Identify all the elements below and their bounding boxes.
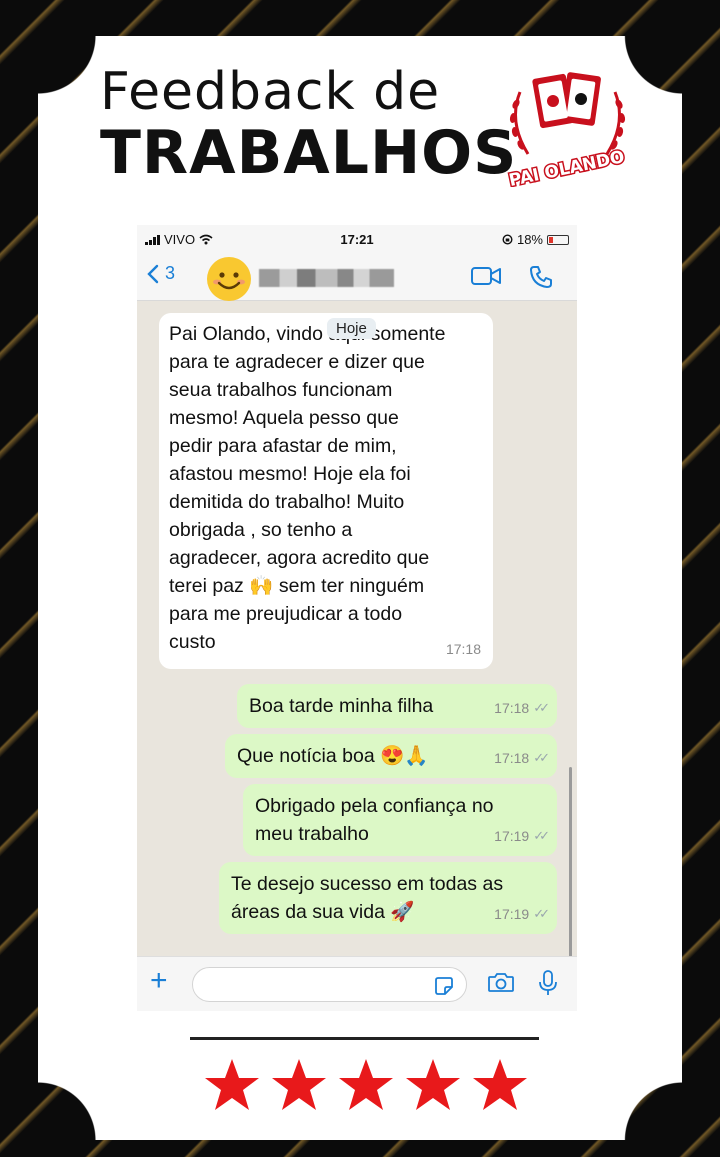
chevron-left-icon [147,264,159,283]
camera-icon[interactable] [487,971,515,993]
unread-count: 3 [165,263,176,283]
read-ticks-icon: ✓✓ [533,700,550,715]
message-time: 17:19 [494,828,530,844]
add-attachment-button[interactable]: + [150,966,168,996]
title-line-1: Feedback de [100,62,441,122]
contact-name-redacted[interactable] [259,269,394,287]
phone-screenshot: VIVO 17:21 18% 3 Pai Olando, vindo aqui … [137,225,577,1011]
phone-call-icon[interactable] [528,265,554,289]
message-input[interactable] [192,967,467,1002]
read-ticks-icon: ✓✓ [533,828,550,843]
message-outgoing: Que notícia boa 😍🙏 17:18 ✓✓ [225,734,557,778]
read-ticks-icon: ✓✓ [533,750,550,765]
star-icon [473,1059,527,1110]
microphone-icon[interactable] [538,969,558,997]
message-outgoing: Te desejo sucesso em todas as áreas da s… [219,862,557,934]
star-icon [272,1059,326,1110]
battery-icon [547,234,569,245]
star-rating [203,1057,529,1113]
message-outgoing: Obrigado pela confiança no meu trabalho … [243,784,557,856]
sticker-icon[interactable] [434,976,454,996]
scrollbar[interactable] [569,767,572,957]
chat-header: 3 [137,253,577,301]
back-button[interactable]: 3 [147,263,175,284]
message-input-bar: + [137,956,577,1011]
message-outgoing: Boa tarde minha filha 17:18 ✓✓ [237,684,557,728]
message-time: 17:18 [494,700,530,716]
svg-text:PAI OLANDO: PAI OLANDO [507,147,626,187]
title-line-2: TRABALHOS [100,118,518,188]
contact-avatar[interactable] [205,255,253,303]
star-icon [205,1059,259,1110]
message-time: 17:19 [494,906,530,922]
message-incoming: Pai Olando, vindo aqui somente para te a… [159,313,493,669]
pai-olando-logo: PAI OLANDO [506,72,628,187]
star-icon [406,1059,460,1110]
lock-rotation-icon [502,234,513,245]
chat-area: Pai Olando, vindo aqui somente para te a… [137,302,577,957]
star-icon [339,1059,393,1110]
message-time: 17:18 [494,750,530,766]
battery-percent: 18% [516,232,543,247]
video-call-icon[interactable] [470,265,502,287]
message-time: 17:18 [445,641,481,657]
divider [190,1037,539,1040]
read-ticks-icon: ✓✓ [533,906,550,921]
date-chip: Hoje [327,318,376,339]
status-bar: VIVO 17:21 18% [137,225,577,253]
